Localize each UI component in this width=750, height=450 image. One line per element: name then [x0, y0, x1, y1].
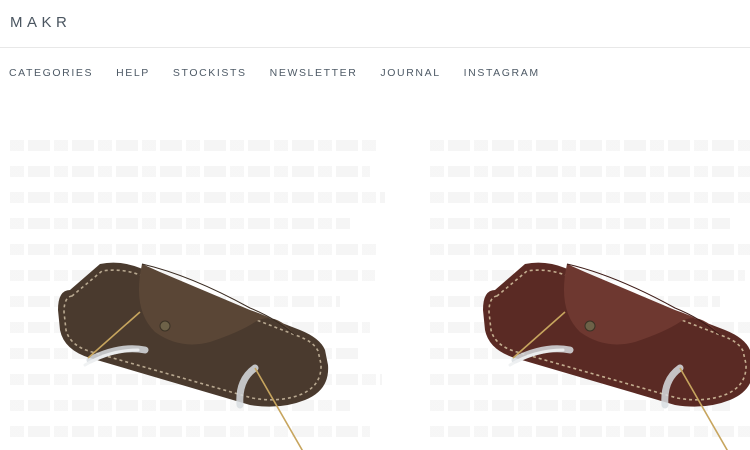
- nav-item-categories[interactable]: CATEGORIES: [9, 67, 93, 79]
- nav-item-journal[interactable]: JOURNAL: [380, 67, 440, 79]
- nav-item-newsletter[interactable]: NEWSLETTER: [270, 67, 358, 79]
- product-card-2[interactable]: [420, 100, 750, 450]
- case-snap: [159, 320, 171, 332]
- product-card-1[interactable]: [0, 100, 400, 450]
- case-snap: [584, 320, 596, 332]
- nav-list: CATEGORIES HELP STOCKISTS NEWSLETTER JOU…: [9, 67, 563, 79]
- product-image-glasses-case-brown[interactable]: [50, 250, 350, 450]
- top-bar: MAKR: [0, 0, 750, 48]
- product-image-glasses-case-oxblood[interactable]: [475, 250, 750, 450]
- nav-item-instagram[interactable]: INSTAGRAM: [464, 67, 540, 79]
- nav-item-help[interactable]: HELP: [116, 67, 150, 79]
- nav-item-stockists[interactable]: STOCKISTS: [173, 67, 247, 79]
- site-logo[interactable]: MAKR: [10, 14, 71, 31]
- product-grid: [0, 100, 750, 450]
- page: MAKR CATEGORIES HELP STOCKISTS NEWSLETTE…: [0, 0, 750, 450]
